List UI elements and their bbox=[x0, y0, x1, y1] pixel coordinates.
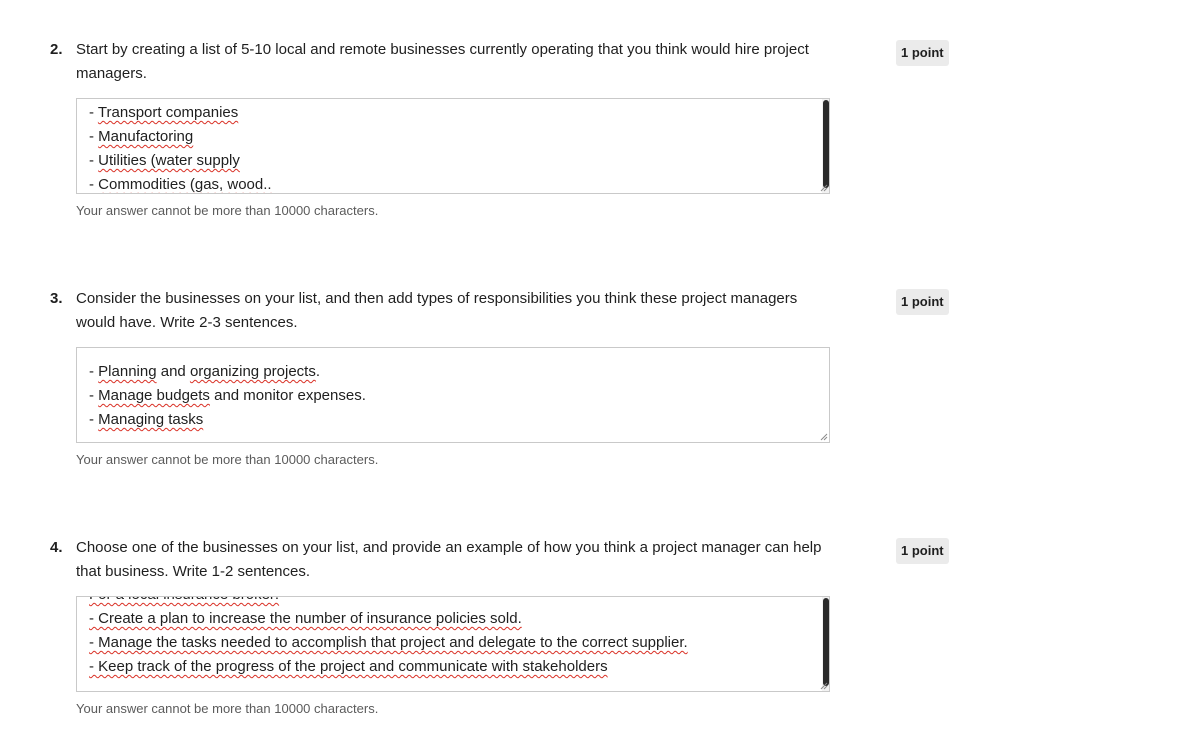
resize-handle-icon[interactable] bbox=[820, 184, 828, 192]
answer-line: - Manage the tasks needed to accomplish … bbox=[89, 634, 688, 651]
answer-text[interactable]: - Transport companies - Manufactoring - … bbox=[89, 101, 815, 193]
answer-line: - Keep track of the progress of the proj… bbox=[89, 658, 608, 675]
resize-handle-icon[interactable] bbox=[820, 682, 828, 690]
answer-line: - Planning and organizing projects. bbox=[89, 363, 321, 380]
character-limit-hint: Your answer cannot be more than 10000 ch… bbox=[76, 452, 379, 467]
answer-line: - Commodities (gas, wood.. bbox=[89, 176, 272, 193]
answer-textarea-q3[interactable]: - Planning and organizing projects. - Ma… bbox=[76, 347, 830, 443]
question-prompt: Start by creating a list of 5-10 local a… bbox=[76, 41, 809, 82]
answer-line-text: Transport companies bbox=[97, 104, 239, 121]
answer-line: For a local insurance broker: bbox=[89, 597, 815, 607]
character-limit-hint: Your answer cannot be more than 10000 ch… bbox=[76, 701, 379, 716]
answer-line: - Manage budgets and monitor expenses. bbox=[89, 387, 366, 404]
answer-line-text: Utilities (water supply bbox=[98, 152, 240, 169]
answer-line: - Manufactoring bbox=[89, 128, 194, 145]
answer-line: - Create a plan to increase the number o… bbox=[89, 610, 522, 627]
scrollbar-thumb[interactable] bbox=[823, 598, 829, 686]
character-limit-hint: Your answer cannot be more than 10000 ch… bbox=[76, 203, 379, 218]
answer-line-text: Commodities (gas, wood.. bbox=[98, 176, 272, 193]
points-badge: 1 point bbox=[896, 289, 949, 315]
answer-textarea-q4[interactable]: For a local insurance broker: - Create a… bbox=[76, 596, 830, 692]
answer-text[interactable]: - Planning and organizing projects. - Ma… bbox=[89, 360, 815, 432]
answer-line-text: Manufactoring bbox=[98, 128, 194, 145]
answer-line: - Managing tasks bbox=[89, 411, 204, 428]
points-badge: 1 point bbox=[896, 538, 949, 564]
resize-handle-icon[interactable] bbox=[820, 433, 828, 441]
question-number: 2. bbox=[50, 41, 63, 58]
question-number: 3. bbox=[50, 290, 63, 307]
answer-text[interactable]: For a local insurance broker: - Create a… bbox=[89, 597, 815, 679]
scrollbar-thumb[interactable] bbox=[823, 100, 829, 188]
answer-line: - Transport companies bbox=[89, 104, 239, 121]
scrollbar[interactable] bbox=[822, 597, 829, 691]
question-prompt: Consider the businesses on your list, an… bbox=[76, 290, 798, 331]
answer-textarea-q2[interactable]: - Transport companies - Manufactoring - … bbox=[76, 98, 830, 194]
answer-line: - Utilities (water supply bbox=[89, 152, 240, 169]
question-prompt: Choose one of the businesses on your lis… bbox=[76, 539, 822, 580]
question-number: 4. bbox=[50, 539, 63, 556]
scrollbar[interactable] bbox=[822, 99, 829, 193]
points-badge: 1 point bbox=[896, 40, 949, 66]
